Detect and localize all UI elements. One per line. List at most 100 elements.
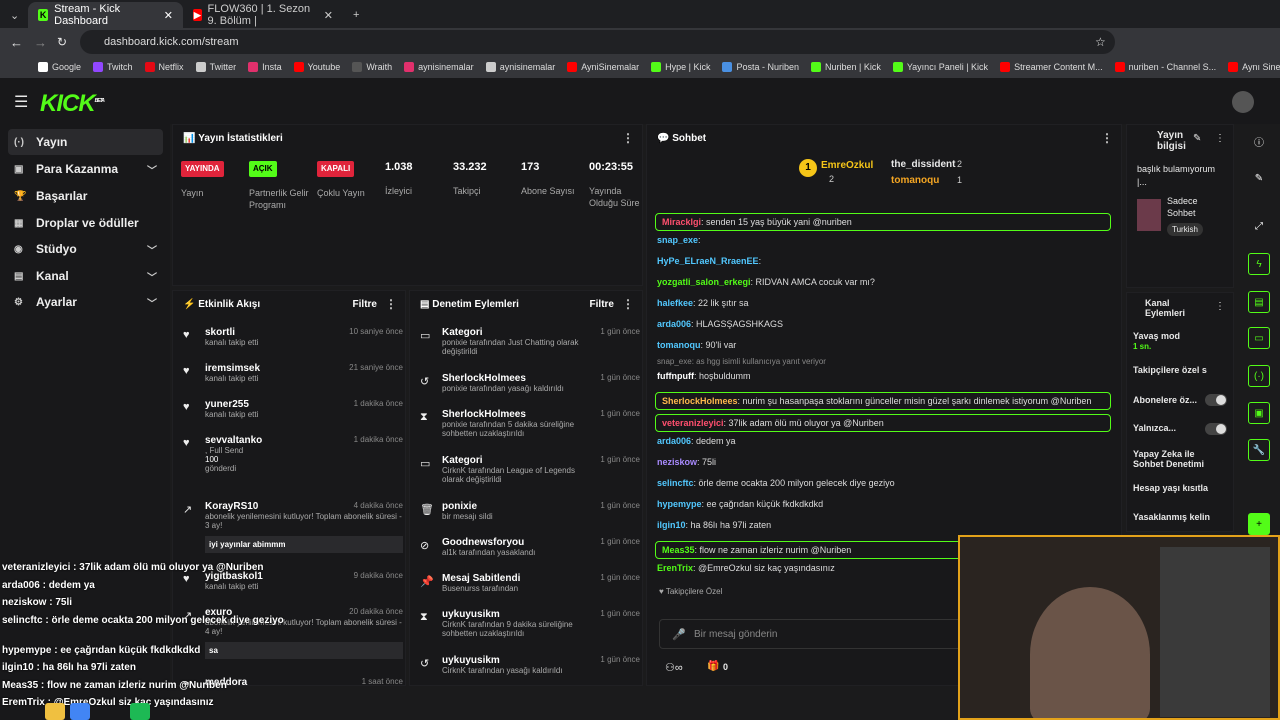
bookmark-item[interactable]: Twitch [93,62,133,72]
taskbar-chrome-icon[interactable] [70,703,90,720]
more-icon[interactable]: ⋮ [622,131,634,145]
bookmark-icon [195,62,206,72]
add-widget-icon[interactable]: + [1248,513,1270,535]
bookmark-item[interactable]: Google [38,62,81,72]
bookmark-star-icon[interactable]: ☆ [1095,35,1106,49]
chat-message[interactable]: neziskow: 75li [657,457,1113,467]
filter-button[interactable]: Filtre [353,299,377,310]
gift-icon[interactable]: 🎁 [707,661,719,672]
more-icon[interactable]: ⋮ [1215,301,1225,312]
chat-message[interactable]: HyPe_ELraeN_RraenEE: [657,256,1113,266]
reload-icon[interactable]: ↻ [57,35,67,49]
activity-item: ♥ iremsimsek kanalı takip etti 21 saniye ön… [183,363,403,383]
chat-message[interactable]: hypemype: ee çağrıdan küçük fkdkdkdkd [657,499,1113,509]
heart-icon: ♥ [183,437,190,449]
bookmark-item[interactable]: Youtube [293,62,340,72]
chat-message[interactable]: halefkee: 22 lik şıtır sa [657,298,1113,308]
chat-message[interactable]: yozgatli_salon_erkegi: RIDVAN AMCA cocuk… [657,277,1113,287]
bookmark-item[interactable]: Netflix [144,62,184,72]
wrench-icon[interactable]: 🔧 [1248,439,1270,461]
account-age[interactable]: Hesap yaşı kısıtla [1133,483,1208,493]
edit-icon[interactable]: ✎ [1193,133,1201,144]
list-icon[interactable]: ▤ [1248,291,1270,313]
new-tab-button[interactable]: + [343,2,369,28]
taskbar-folder-icon[interactable] [45,703,65,720]
tab-kick-dashboard[interactable]: K Stream - Kick Dashboard ✕ [28,2,183,28]
url-input[interactable]: dashboard.kick.com/stream [80,30,1115,54]
only-mode[interactable]: Yalnızca... [1133,423,1176,433]
menu-icon[interactable]: ☰ [14,92,28,112]
bookmark-item[interactable]: Twitter [195,62,236,72]
chat-message[interactable]: snap_exe: [657,235,1113,245]
tab-list-button[interactable]: ⌄ [0,2,28,28]
bookmark-item[interactable]: Hype | Kick [651,62,710,72]
chat-message[interactable]: ilgin10: ha 86lı ha 97li zaten [657,520,1113,530]
top-gifter-1[interactable]: EmreOzkul [821,160,873,171]
more-icon[interactable]: ⋮ [1215,133,1225,144]
bookmark-item[interactable]: aynisinemalar [404,62,474,72]
bookmark-item[interactable]: Yayıncı Paneli | Kick [892,62,988,72]
bolt-icon[interactable]: ϟ [1248,253,1270,275]
banned-words[interactable]: Yasaklanmış kelin [1133,512,1210,522]
sidebar-item-droplar[interactable]: ▦ Droplar ve ödüller [8,210,163,236]
chat-message[interactable]: arda006: dedem ya [657,436,1113,446]
youtube-favicon: ▶ [193,9,202,21]
pencil-icon[interactable]: ✎ [1248,167,1270,189]
sidebar-item-para-kazanma[interactable]: ▣ Para Kazanma ﹀ [8,156,163,182]
sidebar-item-basarilar[interactable]: 🏆 Başarılar [8,183,163,209]
avatar[interactable] [1232,91,1254,113]
broadcast-icon[interactable]: (·) [1248,365,1270,387]
chat-message[interactable]: Miracklgi: senden 15 yaş büyük yani @nur… [655,213,1111,231]
sidebar-item-ayarlar[interactable]: ⚙ Ayarlar ﹀ [8,289,163,315]
chat-message[interactable]: veteranizleyici: 37lik adam ölü mü oluyo… [655,414,1111,432]
chat-message[interactable]: tomanoqu: 90'li var [657,340,1113,350]
chat-message[interactable]: fuffnpuff: hoşbuldumm [657,371,1113,381]
bookmark-item[interactable]: Streamer Content M... [1000,62,1103,72]
taskbar-spotify-icon[interactable] [130,703,150,720]
bookmark-item[interactable]: Insta [248,62,282,72]
bookmark-item[interactable]: Posta - Nuriben [722,62,799,72]
more-icon[interactable]: ⋮ [385,297,397,311]
only-toggle[interactable] [1205,423,1227,435]
chat-input[interactable]: 🎤 Bir mesaj gönderin [659,619,975,649]
close-icon[interactable]: ✕ [324,9,333,22]
sidebar-item-kanal[interactable]: ▤ Kanal ﹀ [8,263,163,289]
bookmark-item[interactable]: AyniSinemalar [567,62,639,72]
more-icon[interactable]: ⋮ [622,297,634,311]
more-icon[interactable]: ⋮ [1101,131,1113,145]
sidebar-item-studyo[interactable]: ◉ Stüdyo ﹀ [8,236,163,262]
bookmark-item[interactable]: aynisinemalar [485,62,555,72]
forward-icon[interactable]: → [34,35,47,50]
bookmark-icon [722,62,733,72]
back-icon[interactable]: ← [10,35,23,50]
top-gifter-3[interactable]: tomanoqu [891,175,939,186]
channel-icon: ▤ [14,270,24,282]
bookmark-item[interactable]: Nuriben | Kick [810,62,881,72]
emote-icon[interactable]: ⚇∞ [665,661,683,674]
followers-only-mode[interactable]: Takipçilere özel s [1133,365,1207,375]
heart-icon: ♥ [183,329,190,341]
bookmark-item[interactable]: Aynı Sinemalar - Ça... [1228,62,1280,72]
bookmark-item[interactable]: Wraith [352,62,392,72]
subscribers-only-mode[interactable]: Abonelere öz... [1133,395,1197,405]
close-icon[interactable]: ✕ [164,9,173,22]
chat-message[interactable]: selincftc: örle deme ocakta 200 milyon g… [657,478,1113,488]
mic-icon[interactable]: 🎤 [672,628,686,641]
bookmark-item[interactable]: nuriben - Channel S... [1114,62,1216,72]
subscribers-toggle[interactable] [1205,394,1227,406]
top-gifter-2[interactable]: the_dissident [891,159,955,170]
tab-flow360[interactable]: ▶ FLOW360 | 1. Sezon 9. Bölüm | ✕ [183,2,343,28]
stat-yayin: YAYINDA Yayın [181,161,241,199]
ai-moderation[interactable]: Yapay Zeka ile Sohbet Denetimi [1133,449,1208,469]
slow-mode[interactable]: Yavaş mod 1 sn. [1133,331,1180,351]
chat-message[interactable]: SherlockHolmees: nurim şu hasanpaşa stok… [655,392,1111,410]
info-icon[interactable]: ⓘ [1248,130,1270,152]
sidebar-item-yayin[interactable]: (·) Yayın [8,129,163,155]
info-panel-icon[interactable]: ▣ [1248,402,1270,424]
chat-message[interactable]: arda006: HLAGSŞAGSHKAGS [657,319,1113,329]
expand-icon[interactable]: ⤢ [1248,215,1270,237]
kick-logo[interactable]: KICKBETA [40,90,105,118]
chat-icon[interactable]: ▭ [1248,327,1270,349]
filter-button[interactable]: Filtre [590,299,614,310]
moderation-icon: ↺ [420,376,430,388]
